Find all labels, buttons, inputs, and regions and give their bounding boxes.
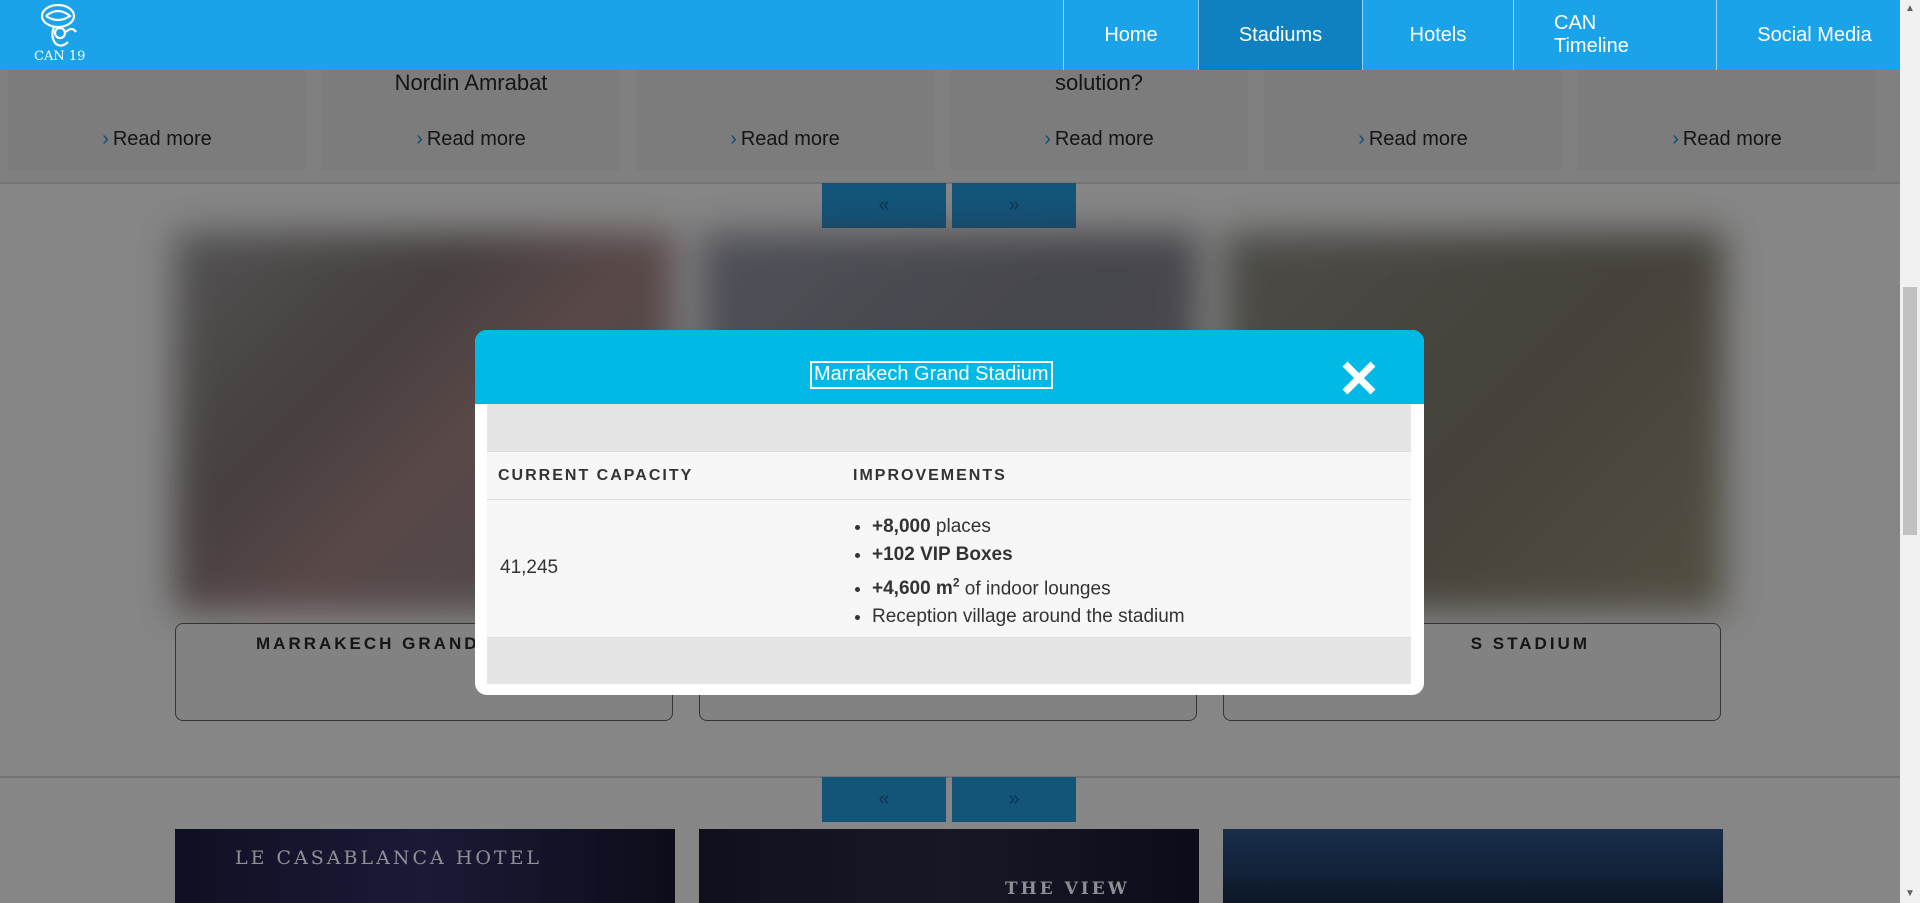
nav-social-media[interactable]: Social Media: [1716, 0, 1912, 70]
list-item: +102 VIP Boxes: [872, 541, 1185, 569]
stadium-table: CURRENT CAPACITY IMPROVEMENTS 41,245 +8,…: [487, 451, 1411, 638]
page-scrollbar[interactable]: ▲ ▼: [1900, 0, 1920, 903]
header-capacity: CURRENT CAPACITY: [498, 467, 694, 484]
list-item: +8,000 places: [872, 513, 1185, 541]
table-row: 41,245 +8,000 places +102 VIP Boxes +4,6…: [487, 500, 1411, 638]
improvements-list: +8,000 places +102 VIP Boxes +4,600 m2 o…: [852, 513, 1185, 631]
scrollbar-thumb[interactable]: [1903, 287, 1917, 535]
scroll-up-icon[interactable]: ▲: [1900, 0, 1920, 18]
modal-title: Marrakech Grand Stadium: [810, 361, 1053, 389]
nav-home[interactable]: Home: [1063, 0, 1198, 70]
header-improvements: IMPROVEMENTS: [853, 467, 1007, 484]
stadium-modal: Marrakech Grand Stadium CURRENT CAPACITY…: [475, 330, 1424, 695]
list-item: +4,600 m2 of indoor lounges: [872, 569, 1185, 603]
list-item: Reception village around the stadium: [872, 603, 1185, 631]
nav-can-timeline[interactable]: CAN Timeline: [1513, 0, 1716, 70]
main-nav: Home Stadiums Hotels CAN Timeline Social…: [1063, 0, 1912, 70]
modal-header: Marrakech Grand Stadium: [475, 330, 1424, 404]
table-header: CURRENT CAPACITY IMPROVEMENTS: [487, 452, 1411, 500]
capacity-value: 41,245: [500, 557, 559, 578]
nav-stadiums[interactable]: Stadiums: [1198, 0, 1362, 70]
nav-hotels[interactable]: Hotels: [1362, 0, 1513, 70]
top-navbar: CAN 19 Home Stadiums Hotels CAN Timeline…: [0, 0, 1920, 70]
logo-text: CAN 19: [34, 49, 86, 64]
modal-body: CURRENT CAPACITY IMPROVEMENTS 41,245 +8,…: [487, 404, 1411, 684]
close-icon[interactable]: [1337, 356, 1381, 400]
scroll-down-icon[interactable]: ▼: [1900, 885, 1920, 903]
